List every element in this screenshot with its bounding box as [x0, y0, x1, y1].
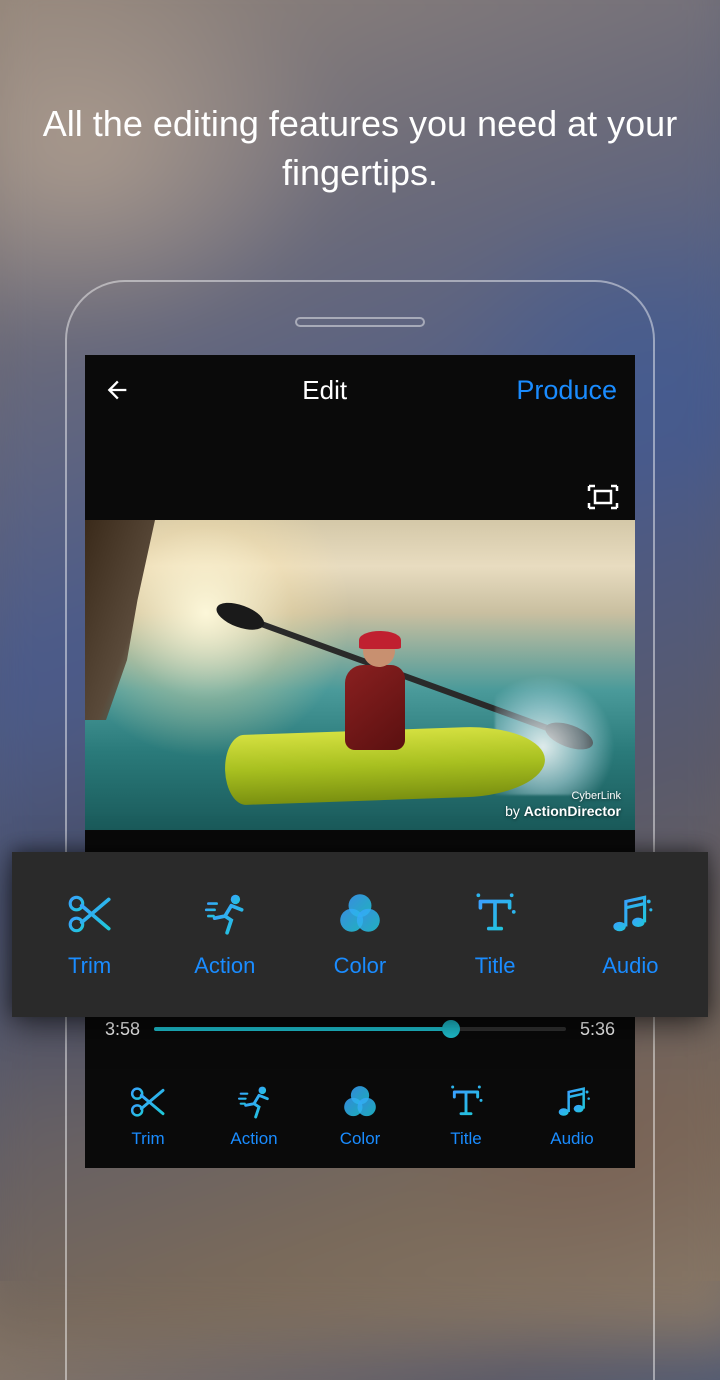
produce-button[interactable]: Produce	[516, 375, 617, 406]
tool-label: Color	[334, 953, 387, 979]
tool-trim[interactable]: Trim	[35, 891, 145, 979]
device-speaker	[295, 317, 425, 327]
watermark-by: by	[505, 803, 524, 819]
tool-color[interactable]: Color	[305, 891, 415, 979]
time-duration: 5:36	[580, 1019, 615, 1040]
preview-top-area	[85, 425, 635, 520]
music-icon	[551, 1083, 593, 1121]
tool-trim[interactable]: Trim	[103, 1083, 193, 1149]
runner-icon	[233, 1083, 275, 1121]
tool-label: Title	[475, 953, 516, 979]
video-watermark: CyberLink by ActionDirector	[505, 790, 621, 820]
scissors-icon	[127, 1083, 169, 1121]
fullscreen-button[interactable]	[587, 484, 619, 510]
tool-action[interactable]: Action	[209, 1083, 299, 1149]
top-bar: Edit Produce	[85, 355, 635, 425]
timeline-track[interactable]	[154, 1027, 566, 1031]
tool-action[interactable]: Action	[170, 891, 280, 979]
music-icon	[604, 891, 656, 937]
tool-audio[interactable]: Audio	[575, 891, 685, 979]
fullscreen-icon	[587, 484, 619, 510]
promo-tagline: All the editing features you need at you…	[0, 100, 720, 197]
watermark-brand: CyberLink	[505, 790, 621, 803]
timeline-fill	[154, 1027, 451, 1031]
venn-icon	[339, 1083, 381, 1121]
text-icon	[445, 1083, 487, 1121]
tool-label: Trim	[68, 953, 111, 979]
runner-icon	[199, 891, 251, 937]
video-preview[interactable]: CyberLink by ActionDirector	[85, 520, 635, 830]
watermark-name: ActionDirector	[524, 803, 621, 819]
tool-title[interactable]: Title	[440, 891, 550, 979]
tool-label: Color	[340, 1129, 381, 1149]
screen-title: Edit	[302, 375, 347, 406]
back-button[interactable]	[103, 375, 133, 405]
tools-popout: Trim Action Color Title Audio	[12, 852, 708, 1017]
tool-label: Audio	[602, 953, 658, 979]
tool-color[interactable]: Color	[315, 1083, 405, 1149]
text-icon	[469, 891, 521, 937]
scene-cliff	[85, 520, 155, 720]
bottom-toolbar: Trim Action Color Title Audio	[85, 1063, 635, 1168]
tool-label: Audio	[550, 1129, 593, 1149]
tool-audio[interactable]: Audio	[527, 1083, 617, 1149]
scissors-icon	[64, 891, 116, 937]
timeline-thumb[interactable]	[442, 1020, 460, 1038]
time-current: 3:58	[105, 1019, 140, 1040]
app-screen: Edit Produce CyberLink by ActionDirector…	[85, 355, 635, 1168]
tool-label: Title	[450, 1129, 482, 1149]
arrow-left-icon	[103, 376, 131, 404]
tool-label: Action	[194, 953, 255, 979]
tool-label: Action	[230, 1129, 277, 1149]
scene-person	[335, 635, 425, 755]
venn-icon	[334, 891, 386, 937]
tool-title[interactable]: Title	[421, 1083, 511, 1149]
tool-label: Trim	[131, 1129, 164, 1149]
